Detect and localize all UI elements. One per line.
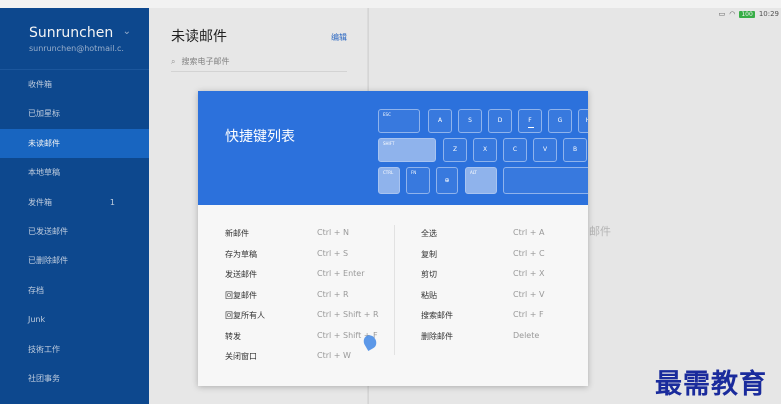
- key-a: A: [428, 109, 452, 133]
- shortcut-label: 复制: [421, 249, 437, 259]
- app-window: Sunrunchen sunrunchen@hotmail.c. ⌄ 收件箱 已…: [0, 0, 781, 404]
- key-x: X: [473, 138, 497, 162]
- shortcut-keys: Ctrl + N: [317, 228, 350, 237]
- watermark-logo: 最需教育: [655, 369, 767, 400]
- shortcut-keys: Ctrl + X: [513, 269, 545, 278]
- key-g: G: [548, 109, 572, 133]
- key-ctrl: CTRL: [378, 167, 400, 194]
- shortcut-label: 转发: [225, 331, 241, 341]
- shortcut-keys: Ctrl + Shift + R: [317, 310, 379, 319]
- key-b: B: [563, 138, 587, 162]
- shortcut-list: 新邮件 Ctrl + N 存为草稿 Ctrl + S 发送邮件 Ctrl + Ente…: [198, 205, 588, 386]
- shortcut-row: 回复邮件 Ctrl + R: [225, 290, 385, 311]
- shortcut-label: 粘贴: [421, 290, 437, 300]
- shortcut-keys: Delete: [513, 330, 540, 340]
- dialog-title: 快捷键列表: [225, 129, 295, 145]
- shortcut-keys: Ctrl + Enter: [317, 269, 365, 278]
- shortcut-row: 存为草稿 Ctrl + S: [225, 249, 385, 270]
- shortcut-row: 粘贴 Ctrl + V: [421, 290, 571, 311]
- shortcut-label: 回复邮件: [225, 290, 257, 300]
- shortcut-label: 回复所有人: [225, 311, 265, 320]
- shortcut-label: 新邮件: [225, 229, 249, 238]
- key-f: F: [518, 109, 542, 133]
- shortcut-label: 搜索邮件: [421, 311, 453, 320]
- shortcut-row: 发送邮件 Ctrl + Enter: [225, 269, 385, 290]
- shortcut-label: 存为草稿: [225, 249, 257, 259]
- shortcut-row: 回复所有人 Ctrl + Shift + R: [225, 310, 385, 331]
- shortcut-row: 搜索邮件 Ctrl + F: [421, 310, 571, 331]
- shortcut-label: 剪切: [421, 270, 437, 279]
- shortcut-row: 转发 Ctrl + Shift + F: [225, 331, 385, 352]
- key-alt: ALT: [465, 167, 497, 194]
- shortcut-keys: Ctrl + V: [513, 289, 545, 299]
- key-fn: FN: [406, 167, 430, 194]
- shortcut-row: 全选 Ctrl + A: [421, 228, 571, 249]
- key-v: V: [533, 138, 557, 162]
- shortcut-dialog: 快捷键列表 ESC A S D F G H SHIFT Z X C V B CT…: [198, 91, 588, 386]
- key-z: Z: [443, 138, 467, 162]
- shortcut-row: 剪切 Ctrl + X: [421, 269, 571, 290]
- shortcut-keys: Ctrl + C: [513, 248, 545, 258]
- key-esc: ESC: [378, 109, 420, 133]
- key-s: S: [458, 109, 482, 133]
- key-c: C: [503, 138, 527, 162]
- shortcut-row: 关闭窗口 Ctrl + W: [225, 351, 385, 372]
- shortcut-keys: Ctrl + F: [513, 310, 544, 319]
- dialog-header: 快捷键列表 ESC A S D F G H SHIFT Z X C V B CT…: [198, 91, 588, 205]
- shortcut-row: 复制 Ctrl + C: [421, 249, 571, 270]
- key-d: D: [488, 109, 512, 133]
- shortcut-column-left: 新邮件 Ctrl + N 存为草稿 Ctrl + S 发送邮件 Ctrl + Ente…: [225, 228, 385, 372]
- shortcut-keys: Ctrl + S: [317, 248, 349, 258]
- shortcut-row: 删除邮件 Delete: [421, 331, 571, 352]
- shortcut-row: 新邮件 Ctrl + N: [225, 228, 385, 249]
- shortcut-label: 全选: [421, 229, 437, 238]
- shortcut-label: 删除邮件: [421, 331, 453, 341]
- column-divider: [394, 225, 395, 355]
- shortcut-keys: Ctrl + R: [317, 289, 349, 299]
- shortcut-keys: Ctrl + W: [317, 351, 351, 360]
- key-space: [503, 167, 588, 194]
- shortcut-label: 发送邮件: [225, 270, 257, 279]
- key-h: H: [578, 109, 588, 133]
- shortcut-keys: Ctrl + A: [513, 228, 545, 237]
- shortcut-label: 关闭窗口: [225, 352, 257, 361]
- globe-key-icon: ⊕: [436, 167, 458, 194]
- shortcut-column-right: 全选 Ctrl + A 复制 Ctrl + C 剪切 Ctrl + X 粘贴 Ctrl …: [421, 228, 571, 351]
- key-shift: SHIFT: [378, 138, 436, 162]
